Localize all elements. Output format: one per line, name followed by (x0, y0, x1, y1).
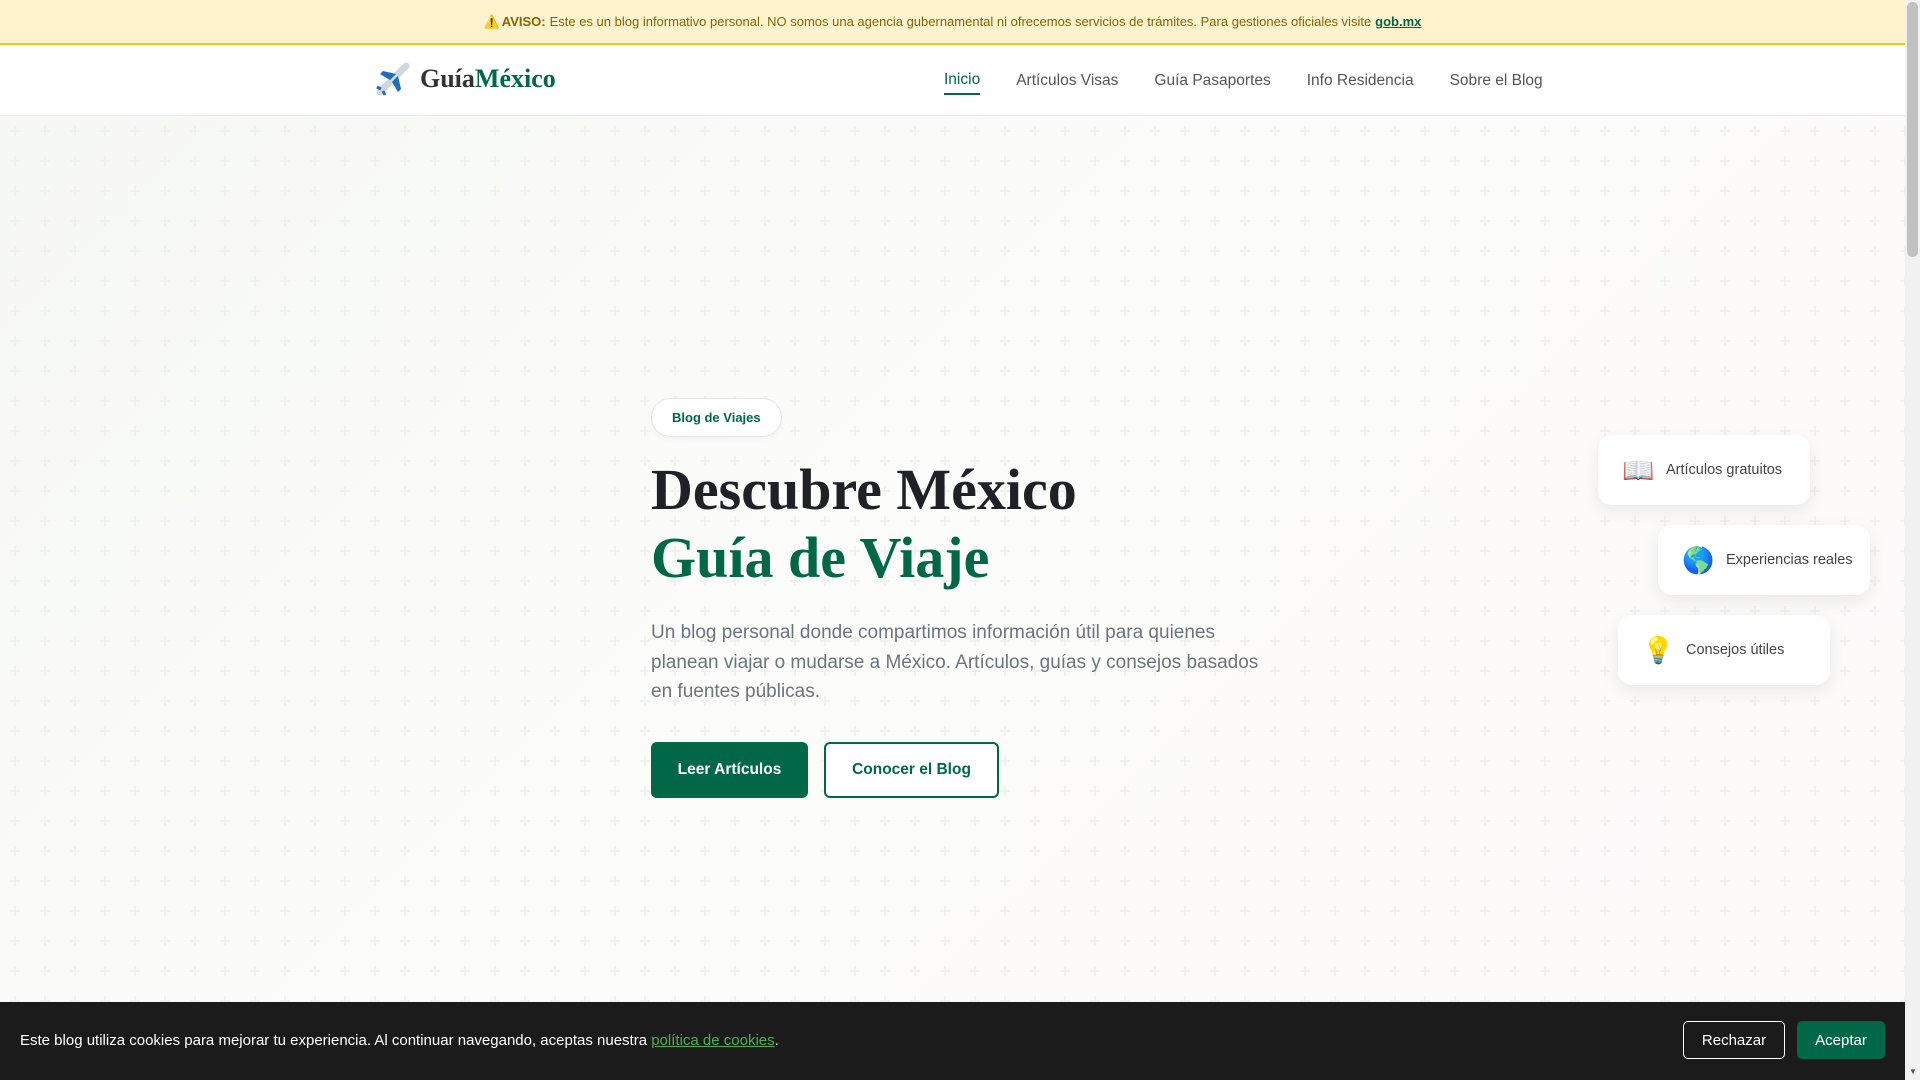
scroll-down-arrow-icon[interactable]: ▼ (1909, 1067, 1917, 1076)
nav-info-residencia[interactable]: Info Residencia (1307, 68, 1414, 94)
hero-title-line2: Guía de Viaje (651, 525, 990, 590)
logo-text-mexico: México (474, 64, 556, 93)
nav-sobre-el-blog[interactable]: Sobre el Blog (1450, 68, 1543, 94)
banner-label: AVISO: (501, 14, 546, 29)
banner-text: Este es un blog informativo personal. NO… (549, 14, 1372, 29)
about-blog-button[interactable]: Conocer el Blog (824, 742, 999, 798)
disclaimer-banner: ⚠️ AVISO: Este es un blog informativo pe… (0, 0, 1905, 45)
feature-card-consejos: 💡 Consejos útiles (1618, 615, 1830, 685)
nav-articulos-visas[interactable]: Artículos Visas (1016, 68, 1118, 94)
feature-label: Consejos útiles (1686, 642, 1785, 658)
hero-title: Descubre México Guía de Viaje (651, 456, 1077, 592)
nav-inicio[interactable]: Inicio (944, 67, 981, 95)
cookie-text-wrap: Este blog utiliza cookies para mejorar t… (20, 1032, 779, 1049)
hero-badge: Blog de Viajes (651, 398, 782, 437)
feature-label: Experiencias reales (1726, 552, 1853, 568)
logo-text-guia: Guía (420, 64, 475, 93)
scrollbar-thumb[interactable] (1907, 2, 1918, 257)
book-icon: 📖 (1622, 454, 1655, 485)
feature-label: Artículos gratuitos (1666, 462, 1783, 478)
lightbulb-icon: 💡 (1642, 634, 1675, 665)
scrollbar[interactable]: ▼ (1905, 0, 1920, 1080)
header-nav: GuíaMéxico Inicio Artículos Visas Guía P… (0, 45, 1905, 116)
cookie-banner: Este blog utiliza cookies para mejorar t… (0, 1002, 1905, 1080)
nav-guia-pasaportes[interactable]: Guía Pasaportes (1154, 68, 1270, 94)
airplane-icon (376, 62, 410, 96)
feature-card-experiencias: 🌎 Experiencias reales (1658, 525, 1870, 595)
hero-pattern (0, 116, 1905, 1080)
feature-card-articulos: 📖 Artículos gratuitos (1598, 435, 1810, 505)
globe-icon: 🌎 (1682, 544, 1715, 575)
accept-cookies-button[interactable]: Aceptar (1797, 1021, 1885, 1059)
cookie-policy-link[interactable]: política de cookies (651, 1032, 774, 1049)
hero-lead: Un blog personal donde compartimos infor… (651, 622, 1259, 702)
nav-links: Inicio Artículos Visas Guía Pasaportes I… (944, 45, 1543, 116)
page: ⚠️ AVISO: Este es un blog informativo pe… (0, 0, 1905, 1080)
reject-cookies-button[interactable]: Rechazar (1683, 1021, 1785, 1059)
cookie-text: Este blog utiliza cookies para mejorar t… (20, 1032, 648, 1049)
cookie-text-end: . (774, 1032, 779, 1049)
hero-title-line1: Descubre México (651, 457, 1077, 522)
read-articles-button[interactable]: Leer Artículos (651, 742, 808, 798)
warning-icon: ⚠️ (483, 13, 500, 29)
logo[interactable]: GuíaMéxico (376, 62, 556, 96)
gob-mx-link[interactable]: gob.mx (1375, 14, 1421, 29)
